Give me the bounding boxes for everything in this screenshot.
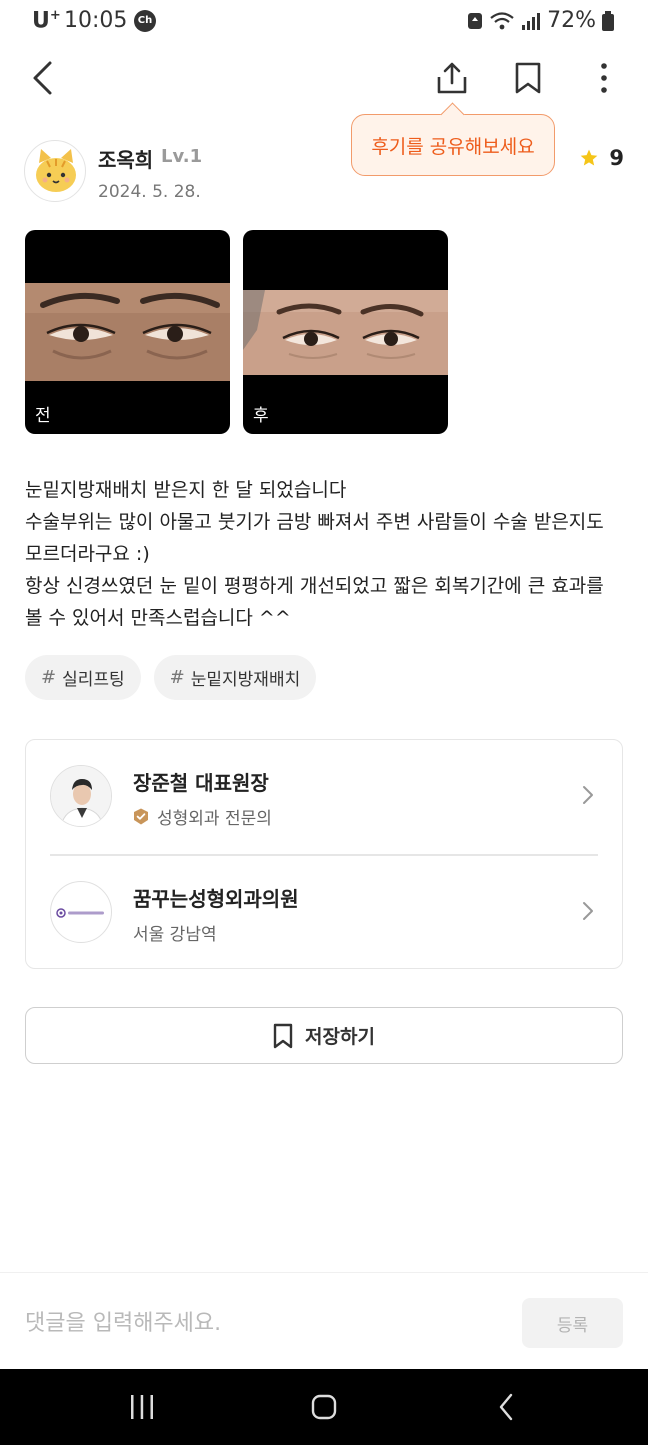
chat-notification-icon: Ch [134,10,156,32]
doctor-specialty-row: 성형외과 전문의 [133,804,272,829]
author-level-badge: Lv.1 [161,146,203,167]
wifi-icon [490,11,514,29]
doctor-name: 장준철 대표원장 [133,771,269,795]
home-button[interactable] [298,1381,350,1433]
cat-avatar-icon [36,149,76,192]
before-eye-image [25,283,230,381]
clinic-logo [50,881,112,943]
comment-bar: 등록 [0,1272,648,1369]
clinic-location: 서울 강남역 [133,925,217,945]
star-icon [581,149,598,166]
clinic-name: 꿈꾸는성형외과의원 [133,887,299,911]
after-label: 후 [253,406,269,426]
after-photo[interactable]: 후 [243,230,448,434]
bookmark-icon [273,1023,293,1048]
status-bar: U+ 10:05 Ch 72% [0,0,648,44]
battery-percent: 72% [547,8,596,33]
system-back-button[interactable] [480,1381,532,1433]
review-body: 눈밑지방재배치 받은지 한 달 되었습니다 수술부위는 많이 아물고 붓기가 금… [25,479,604,629]
tag-list: # 실리프팅 # 눈밑지방재배치 [25,655,317,700]
doctor-clinic-card: 장준철 대표원장 성형외과 전문의 꿈꾸는성형외과의원 서울 강남역 [25,739,623,969]
battery-icon [602,10,614,31]
back-arrow-icon [33,61,52,95]
recent-apps-button[interactable] [116,1381,168,1433]
save-button[interactable]: 저장하기 [25,1007,623,1064]
status-indicators: 72% [467,8,614,33]
back-button[interactable] [20,56,64,100]
before-label: 전 [35,406,51,426]
hashtag-icon: # [169,667,185,688]
carrier-label: U+ [32,8,61,34]
submit-comment-button[interactable]: 등록 [522,1298,623,1348]
submit-comment-label: 등록 [556,1315,589,1336]
clinic-logo-icon [56,908,104,918]
share-icon [437,62,467,94]
rating: 9 [579,146,624,170]
verified-badge-icon [134,808,148,825]
home-icon [311,1394,337,1420]
chevron-right-icon [583,902,593,920]
status-time: 10:05 [64,8,128,33]
bookmark-button[interactable] [506,56,550,100]
signal-icon [522,12,541,30]
more-vertical-icon [601,63,607,93]
before-photo[interactable]: 전 [25,230,230,434]
review-author: 조옥희 Lv.1 2024. 5. 28. 9 [24,140,624,204]
doctor-row[interactable]: 장준철 대표원장 성형외과 전문의 [26,740,622,854]
clinic-row[interactable]: 꿈꾸는성형외과의원 서울 강남역 [26,856,622,970]
tag-chip[interactable]: # 눈밑지방재배치 [153,655,317,700]
doctor-specialty: 성형외과 전문의 [157,809,272,829]
rating-value: 9 [609,146,624,170]
more-options-button[interactable] [582,56,626,100]
tag-chip[interactable]: # 실리프팅 [25,655,141,700]
top-app-bar [0,44,648,112]
system-navigation-bar [0,1369,648,1445]
chevron-right-icon [583,786,593,804]
clinic-location-row: 서울 강남역 [133,920,217,945]
comment-input[interactable] [25,1305,495,1341]
review-date: 2024. 5. 28. [98,182,201,202]
bookmark-icon [515,62,541,94]
tag-label: 눈밑지방재배치 [190,670,301,690]
photo-gallery: 전 후 [25,230,448,434]
doctor-avatar [50,765,112,827]
back-chevron-icon [499,1393,513,1421]
data-saver-icon [468,12,483,29]
after-eye-image [243,290,448,375]
tag-label: 실리프팅 [62,670,125,690]
share-button[interactable] [430,56,474,100]
avatar[interactable] [24,140,86,202]
doctor-portrait-icon [51,766,111,826]
author-name: 조옥희 [98,148,154,172]
hashtag-icon: # [41,667,57,688]
save-button-label: 저장하기 [305,1026,375,1048]
recent-apps-icon [131,1395,153,1419]
